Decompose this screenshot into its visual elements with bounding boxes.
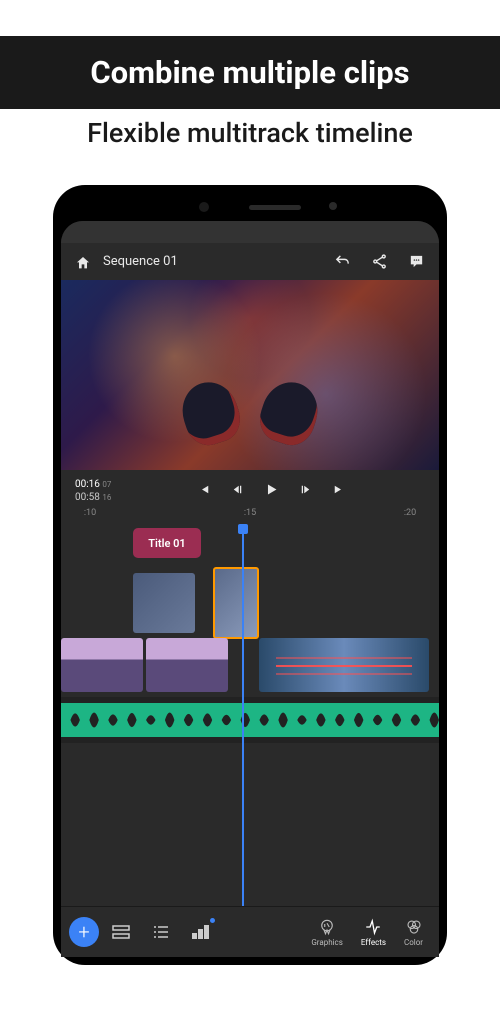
- comment-icon[interactable]: [408, 253, 425, 270]
- phone-sensor: [199, 202, 209, 212]
- phone-frame: Sequence 01 00:16 07 0: [53, 185, 447, 965]
- video-preview[interactable]: [61, 280, 439, 470]
- list-icon[interactable]: [143, 920, 179, 944]
- step-back-icon[interactable]: [230, 482, 245, 501]
- timecode-display: 00:16 07 00:58 16: [75, 478, 111, 504]
- status-bar: [61, 221, 439, 243]
- playhead[interactable]: [242, 524, 244, 906]
- app-topbar: Sequence 01: [61, 243, 439, 280]
- effects-tab[interactable]: Effects: [353, 918, 394, 947]
- skip-start-icon[interactable]: [197, 482, 212, 501]
- step-forward-icon[interactable]: [298, 482, 313, 501]
- skip-end-icon[interactable]: [331, 482, 346, 501]
- audio-track[interactable]: [61, 697, 439, 743]
- bottom-toolbar: + Graphics Effects Color: [61, 906, 439, 957]
- playback-controls: 00:16 07 00:58 16: [61, 470, 439, 508]
- video-track-2[interactable]: [61, 571, 439, 635]
- title-track[interactable]: Title 01: [61, 528, 439, 568]
- phone-camera: [329, 202, 337, 210]
- phone-speaker: [249, 205, 301, 210]
- clip-selected[interactable]: [213, 567, 259, 639]
- arrange-icon[interactable]: [183, 920, 219, 944]
- sequence-title[interactable]: Sequence 01: [103, 254, 322, 269]
- layout-icon[interactable]: [103, 920, 139, 944]
- subheadline-text: Flexible multitrack timeline: [0, 117, 500, 149]
- clip-thumb[interactable]: [61, 638, 143, 692]
- share-icon[interactable]: [371, 253, 388, 270]
- title-clip[interactable]: Title 01: [133, 528, 201, 558]
- timeline-ruler[interactable]: :10 :15 :20: [61, 508, 439, 518]
- timeline[interactable]: Title 01: [61, 524, 439, 906]
- home-icon[interactable]: [75, 255, 91, 269]
- clip-thumb[interactable]: [133, 573, 195, 633]
- color-tab[interactable]: Color: [396, 918, 431, 947]
- add-button[interactable]: +: [69, 917, 99, 947]
- undo-icon[interactable]: [334, 253, 351, 270]
- clip-thumb[interactable]: [259, 638, 429, 692]
- clip-thumb[interactable]: [146, 638, 228, 692]
- video-track-1[interactable]: [61, 638, 439, 694]
- headline-banner: Combine multiple clips: [0, 36, 500, 109]
- app-screen: Sequence 01 00:16 07 0: [61, 221, 439, 957]
- play-icon[interactable]: [263, 481, 280, 502]
- graphics-tab[interactable]: Graphics: [303, 918, 351, 947]
